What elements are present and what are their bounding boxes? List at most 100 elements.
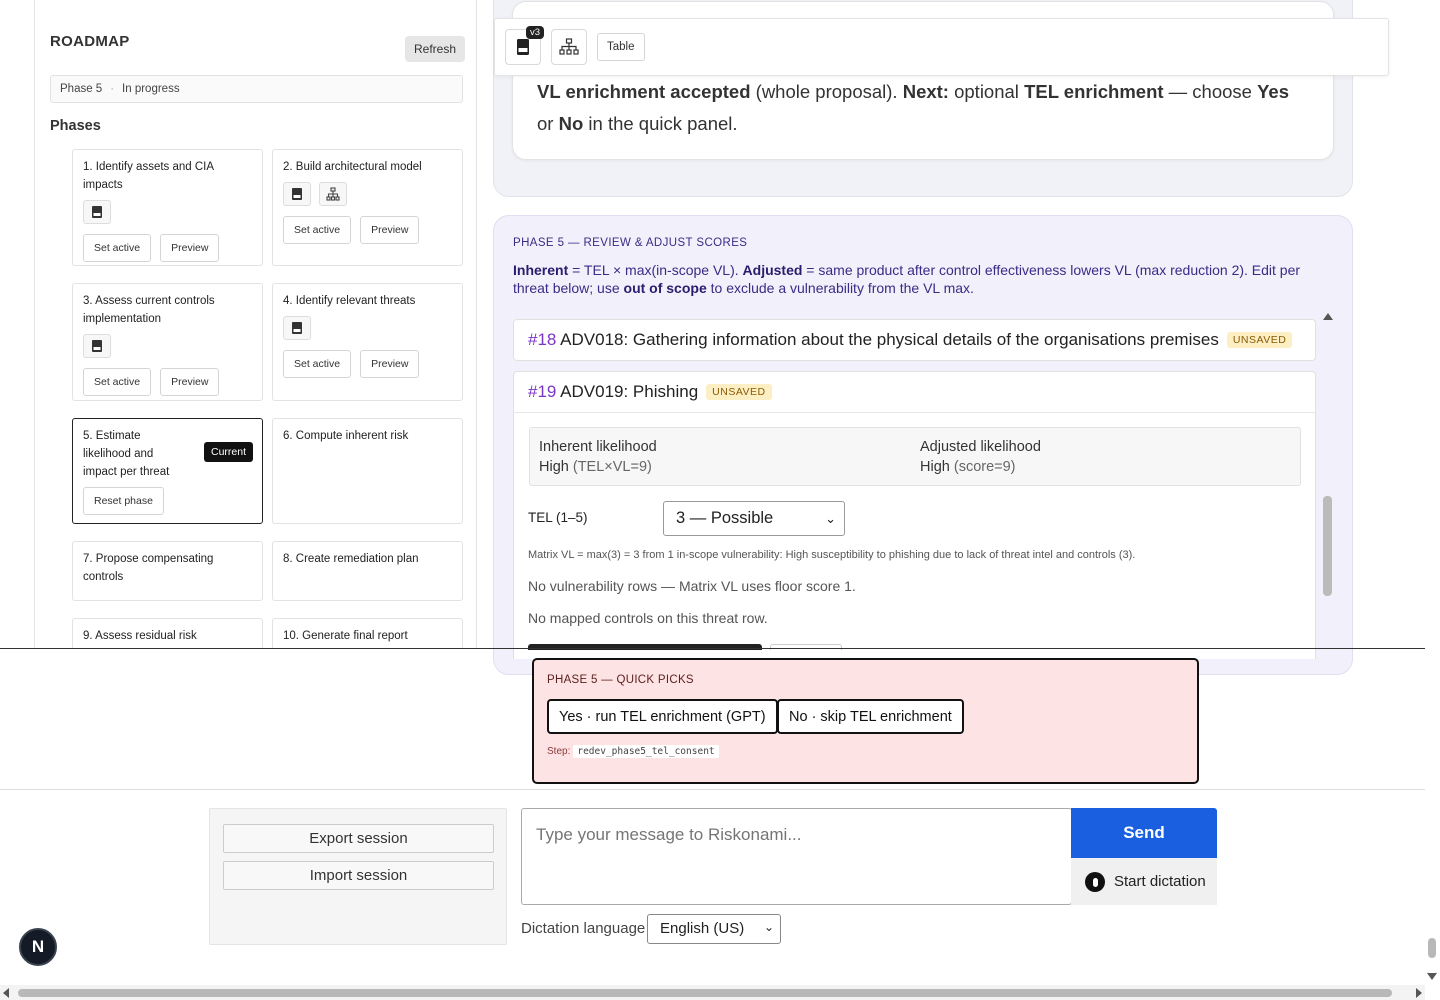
step-info: Step: redev_phase5_tel_consent (547, 745, 719, 758)
current-badge: Current (203, 442, 253, 462)
phase-card-3: 3. Assess current controls implementatio… (72, 283, 263, 401)
threat-number: #18 (528, 330, 557, 349)
phase-card-8: 8. Create remediation plan (272, 541, 463, 601)
scrollbar-thumb[interactable] (1428, 938, 1436, 958)
phase-card-title: 7. Propose compensating controls (83, 553, 214, 583)
hierarchy-icon[interactable] (319, 182, 347, 206)
inherent-value: High (539, 459, 569, 475)
accepted-text: VL enrichment accepted (537, 81, 751, 102)
no-tel-enrichment-button[interactable]: No · skip TEL enrichment (777, 699, 964, 734)
step-label: Step: (547, 746, 571, 757)
dictation-label: Start dictation (1114, 873, 1206, 890)
message-input[interactable] (521, 808, 1072, 905)
tel-label: TEL (1–5) (528, 510, 588, 525)
horizontal-scrollbar[interactable] (0, 985, 1425, 1000)
scrollbar-thumb[interactable] (18, 989, 1392, 997)
quick-picks-label: PHASE 5 — QUICK PICKS (547, 674, 694, 686)
tel-select-value: 3 — Possible (676, 509, 774, 527)
yes-text: Yes (1257, 81, 1290, 102)
scroll-right-arrow[interactable] (1416, 988, 1422, 998)
set-active-button[interactable]: Set active (283, 216, 352, 244)
export-session-button[interactable]: Export session (223, 824, 494, 853)
json-file-icon[interactable] (83, 334, 111, 358)
no-text: No (558, 113, 584, 134)
import-session-button[interactable]: Import session (223, 861, 494, 890)
scroll-down-arrow[interactable] (1427, 973, 1437, 980)
preview-button[interactable]: Preview (360, 350, 420, 378)
session-panel: Export session Import session (209, 808, 507, 945)
partial-button[interactable] (528, 644, 762, 650)
chevron-down-icon: ⌄ (763, 920, 774, 934)
phase-card-10: 10. Generate final report (272, 618, 463, 648)
threat-list[interactable]: #18 ADV018: Gathering information about … (513, 319, 1316, 659)
phase-card-title: 10. Generate final report (283, 630, 408, 642)
phase-card-6: 6. Compute inherent risk (272, 418, 463, 524)
preview-button[interactable]: Preview (160, 234, 220, 262)
step-code: redev_phase5_tel_consent (573, 745, 719, 758)
hierarchy-view-button[interactable] (551, 29, 587, 65)
adjusted-likelihood: Adjusted likelihood High (score=9) (920, 437, 1041, 477)
dictation-language-value: English (US) (660, 920, 745, 937)
scroll-up-arrow[interactable] (1323, 313, 1333, 320)
threat-number: #19 (528, 382, 557, 401)
roadmap-panel: ROADMAP Refresh Phase 5 · In progress Phas… (34, 0, 477, 648)
json-export-button[interactable]: v3 (505, 26, 544, 65)
desc-out-of-scope: out of scope (623, 280, 707, 296)
message-text: — choose (1163, 81, 1258, 102)
json-file-icon[interactable] (283, 182, 311, 206)
quick-picks-panel: PHASE 5 — QUICK PICKS Yes · run TEL enri… (532, 658, 1199, 784)
divider (514, 412, 1315, 413)
send-button[interactable]: Send (1071, 808, 1217, 858)
microphone-icon (1085, 872, 1105, 892)
set-active-button[interactable]: Set active (283, 350, 352, 378)
phase-card-4: 4. Identify relevant threats Set active … (272, 283, 463, 401)
partial-button[interactable] (770, 644, 842, 650)
json-file-icon[interactable] (283, 316, 311, 340)
unsaved-badge: UNSAVED (1226, 332, 1293, 348)
set-active-button[interactable]: Set active (83, 368, 152, 396)
threat-row-18[interactable]: #18 ADV018: Gathering information about … (513, 319, 1316, 361)
scroll-left-arrow[interactable] (3, 988, 9, 998)
scrollbar-thumb[interactable] (1323, 496, 1332, 596)
phase-state-label: In progress (122, 83, 180, 95)
tel-text: TEL enrichment (1024, 81, 1164, 102)
desc-text: to exclude a vulnerability from the VL m… (706, 280, 974, 296)
phase-card-5: 5. Estimate likelihood and impact per th… (72, 418, 263, 524)
phases-heading: Phases (50, 118, 101, 134)
set-active-button[interactable]: Set active (83, 234, 152, 262)
adjusted-label: Adjusted likelihood (920, 439, 1041, 455)
threat-header[interactable]: #19 ADV019: Phishing UNSAVED (528, 382, 772, 402)
desc-inherent: Inherent (513, 262, 569, 278)
preview-button[interactable]: Preview (360, 216, 420, 244)
phase-card-7: 7. Propose compensating controls (72, 541, 263, 601)
roadmap-title: ROADMAP (50, 33, 130, 50)
no-vulnerability-note: No vulnerability rows — Matrix VL uses f… (528, 578, 856, 594)
current-phase-label: Phase 5 (60, 83, 103, 95)
threat-row-19: #19 ADV019: Phishing UNSAVED Inherent lik… (513, 371, 1316, 659)
message-text: (whole proposal). (750, 81, 903, 102)
refresh-button[interactable]: Refresh (405, 36, 466, 62)
tel-select[interactable]: 3 — Possible ⌄ (663, 501, 845, 536)
vertical-scrollbar[interactable] (1425, 0, 1440, 985)
avatar[interactable]: N (19, 928, 57, 966)
artifact-toolbar: v3 Table (494, 18, 1389, 76)
threat-title: ADV018: Gathering information about the … (560, 330, 1219, 349)
reset-phase-button[interactable]: Reset phase (83, 487, 164, 515)
inherent-likelihood: Inherent likelihood High (TEL×VL=9) (539, 437, 657, 477)
phase5-label: PHASE 5 — REVIEW & ADJUST SCORES (513, 237, 748, 249)
yes-tel-enrichment-button[interactable]: Yes · run TEL enrichment (GPT) (547, 699, 778, 734)
version-badge: v3 (525, 26, 544, 39)
table-view-button[interactable]: Table (597, 33, 645, 61)
phase-card-9: 9. Assess residual risk (72, 618, 263, 648)
threat-title: ADV019: Phishing (560, 382, 699, 401)
start-dictation-button[interactable]: Start dictation (1071, 858, 1217, 905)
phase5-description: Inherent = TEL × max(in-scope VL). Adjus… (513, 261, 1313, 297)
dictation-language-select[interactable]: English (US) ⌄ (647, 914, 781, 944)
preview-button[interactable]: Preview (160, 368, 220, 396)
adjusted-sub: (score=9) (953, 459, 1016, 475)
matrix-vl-note: Matrix VL = max(3) = 3 from 1 in-scope v… (528, 549, 1136, 561)
json-file-icon[interactable] (83, 200, 111, 224)
phase-card-title: 4. Identify relevant threats (283, 295, 416, 307)
phase-card-title: 2. Build architectural model (283, 161, 422, 173)
desc-text: = TEL × max(in-scope VL). (568, 262, 743, 278)
